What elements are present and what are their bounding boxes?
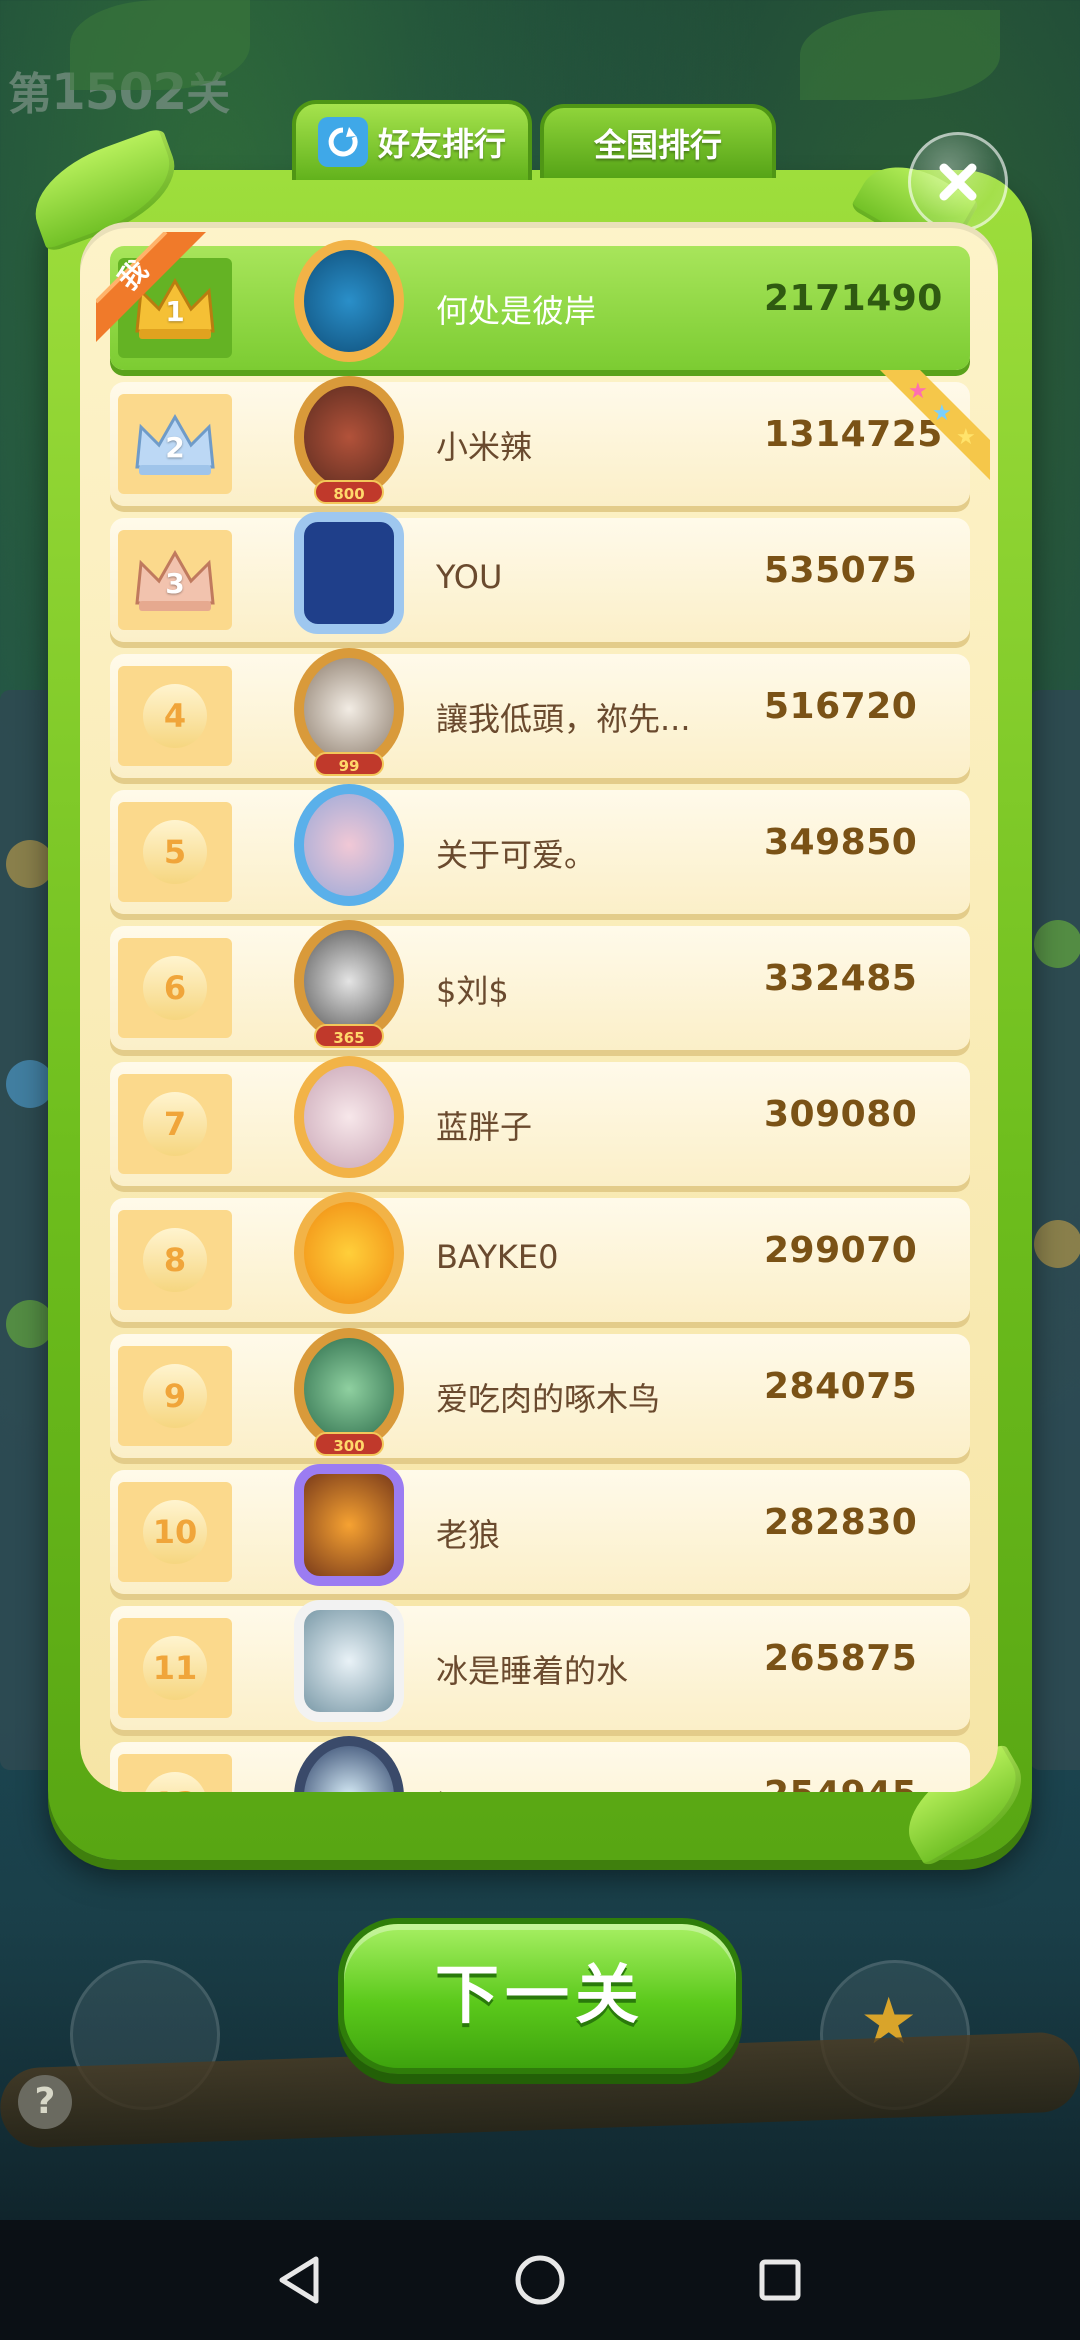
player-name: 爱吃肉的啄木鸟 <box>436 1380 661 1418</box>
svg-text:★: ★ <box>956 425 976 450</box>
rank-box: 5 <box>118 802 232 902</box>
player-name: 何处是彼岸 <box>436 292 597 330</box>
player-score: 2171490 <box>764 278 943 319</box>
leaderboard-row[interactable]: 9 300 爱吃肉的啄木鸟 284075 <box>110 1328 970 1458</box>
rank-box: 12 <box>118 1754 232 1792</box>
svg-text:★: ★ <box>932 401 952 426</box>
rank-box: 11 <box>118 1618 232 1718</box>
player-score: 309080 <box>764 1094 918 1135</box>
help-button[interactable]: ? <box>18 2075 72 2129</box>
avatar[interactable]: 300 <box>288 1322 410 1456</box>
avatar[interactable]: 99 <box>288 642 410 776</box>
player-name: BAYKE0 <box>436 1238 559 1276</box>
me-tag: 我 <box>94 230 206 342</box>
background-piece <box>6 840 54 888</box>
leaderboard-row[interactable]: 11 冰是睡着的水 265875 <box>110 1600 970 1730</box>
leaderboard-row[interactable]: 12 涅 254945 <box>110 1736 970 1792</box>
avatar[interactable] <box>288 1050 410 1184</box>
leaderboard-list-area[interactable]: 1 何处是彼岸 2171490 2 800 小米辣 1314725 3 YOU … <box>80 222 998 1792</box>
nav-back-button[interactable] <box>270 2250 330 2310</box>
leaderboard-row[interactable]: 7 蓝胖子 309080 <box>110 1056 970 1186</box>
avatar[interactable] <box>288 1594 410 1728</box>
leaderboard-row[interactable]: 4 99 讓我低頭，祢先... 516720 <box>110 648 970 778</box>
avatar[interactable] <box>288 1730 410 1792</box>
player-name: 蓝胖子 <box>436 1108 533 1146</box>
close-button[interactable] <box>908 132 1008 232</box>
player-score: 282830 <box>764 1502 918 1543</box>
leaderboard-row[interactable]: 5 关于可爱。 349850 <box>110 784 970 914</box>
nav-home-button[interactable] <box>510 2250 570 2310</box>
player-name: 冰是睡着的水 <box>436 1652 629 1690</box>
background-leaf <box>70 0 250 90</box>
player-name: 小米辣 <box>436 428 533 466</box>
rank-box: 4 <box>118 666 232 766</box>
player-score: 516720 <box>764 686 918 727</box>
avatar[interactable] <box>288 1458 410 1592</box>
recent-square-icon <box>759 2259 801 2301</box>
silver-crown-icon: 2 <box>131 409 219 479</box>
level-badge: 800 <box>314 480 384 504</box>
avatar[interactable] <box>288 234 410 368</box>
avatar[interactable] <box>288 506 410 640</box>
level-badge: 300 <box>314 1432 384 1456</box>
player-score: 332485 <box>764 958 918 999</box>
avatar[interactable]: 365 <box>288 914 410 1048</box>
refresh-icon <box>317 117 368 167</box>
player-score: 535075 <box>764 550 918 591</box>
player-name: 关于可爱。 <box>436 836 597 874</box>
bronze-crown-icon: 3 <box>131 545 219 615</box>
leaderboard-row[interactable]: 10 老狼 282830 <box>110 1464 970 1594</box>
player-score: 349850 <box>764 822 918 863</box>
player-score: 284075 <box>764 1366 918 1407</box>
close-icon <box>939 163 977 201</box>
level-badge: 99 <box>314 752 384 776</box>
rank-box: 10 <box>118 1482 232 1582</box>
background-piece <box>6 1300 54 1348</box>
background-piece <box>1034 1220 1080 1268</box>
avatar[interactable] <box>288 778 410 912</box>
leaderboard-row[interactable]: 3 YOU 535075 <box>110 512 970 642</box>
rank-box: 8 <box>118 1210 232 1310</box>
rank-box: 7 <box>118 1074 232 1174</box>
rank-box: 3 <box>118 530 232 630</box>
player-name: 老狼 <box>436 1516 501 1554</box>
player-name: YOU <box>436 558 503 596</box>
svg-text:★: ★ <box>908 379 928 404</box>
rank-box: 6 <box>118 938 232 1038</box>
star-ribbon-icon: ★ ★ ★ <box>880 370 990 480</box>
tab-national-ranking[interactable]: 全国排行 <box>540 104 776 178</box>
background-piece <box>1034 920 1080 968</box>
nav-recent-button[interactable] <box>750 2250 810 2310</box>
player-score: 254945 <box>764 1774 917 1792</box>
system-navigation-bar <box>0 2220 1080 2340</box>
player-score: 299070 <box>764 1230 918 1271</box>
rank-box: 9 <box>118 1346 232 1446</box>
avatar[interactable]: 800 <box>288 370 410 504</box>
leaderboard-row[interactable]: 8 BAYKE0 299070 <box>110 1192 970 1322</box>
avatar[interactable] <box>288 1186 410 1320</box>
tab-friends-ranking[interactable]: 好友排行 <box>292 100 532 180</box>
player-name: $刘$ <box>436 972 509 1010</box>
leaderboard-row-me[interactable]: 1 何处是彼岸 2171490 <box>110 240 970 370</box>
leaderboard-row[interactable]: 2 800 小米辣 1314725 <box>110 376 970 506</box>
player-name: 讓我低頭，祢先... <box>436 700 691 738</box>
player-score: 265875 <box>764 1638 918 1679</box>
home-circle-icon <box>515 2255 565 2305</box>
background-piece <box>6 1060 54 1108</box>
next-level-button[interactable]: 下一关 <box>338 1918 742 2074</box>
background-leaf <box>800 10 1000 100</box>
leaderboard-row[interactable]: 6 365 $刘$ 332485 <box>110 920 970 1050</box>
rank-box: 2 <box>118 394 232 494</box>
player-name: 涅 <box>436 1782 468 1792</box>
level-badge: 365 <box>314 1024 384 1048</box>
back-triangle-icon <box>279 2256 319 2304</box>
